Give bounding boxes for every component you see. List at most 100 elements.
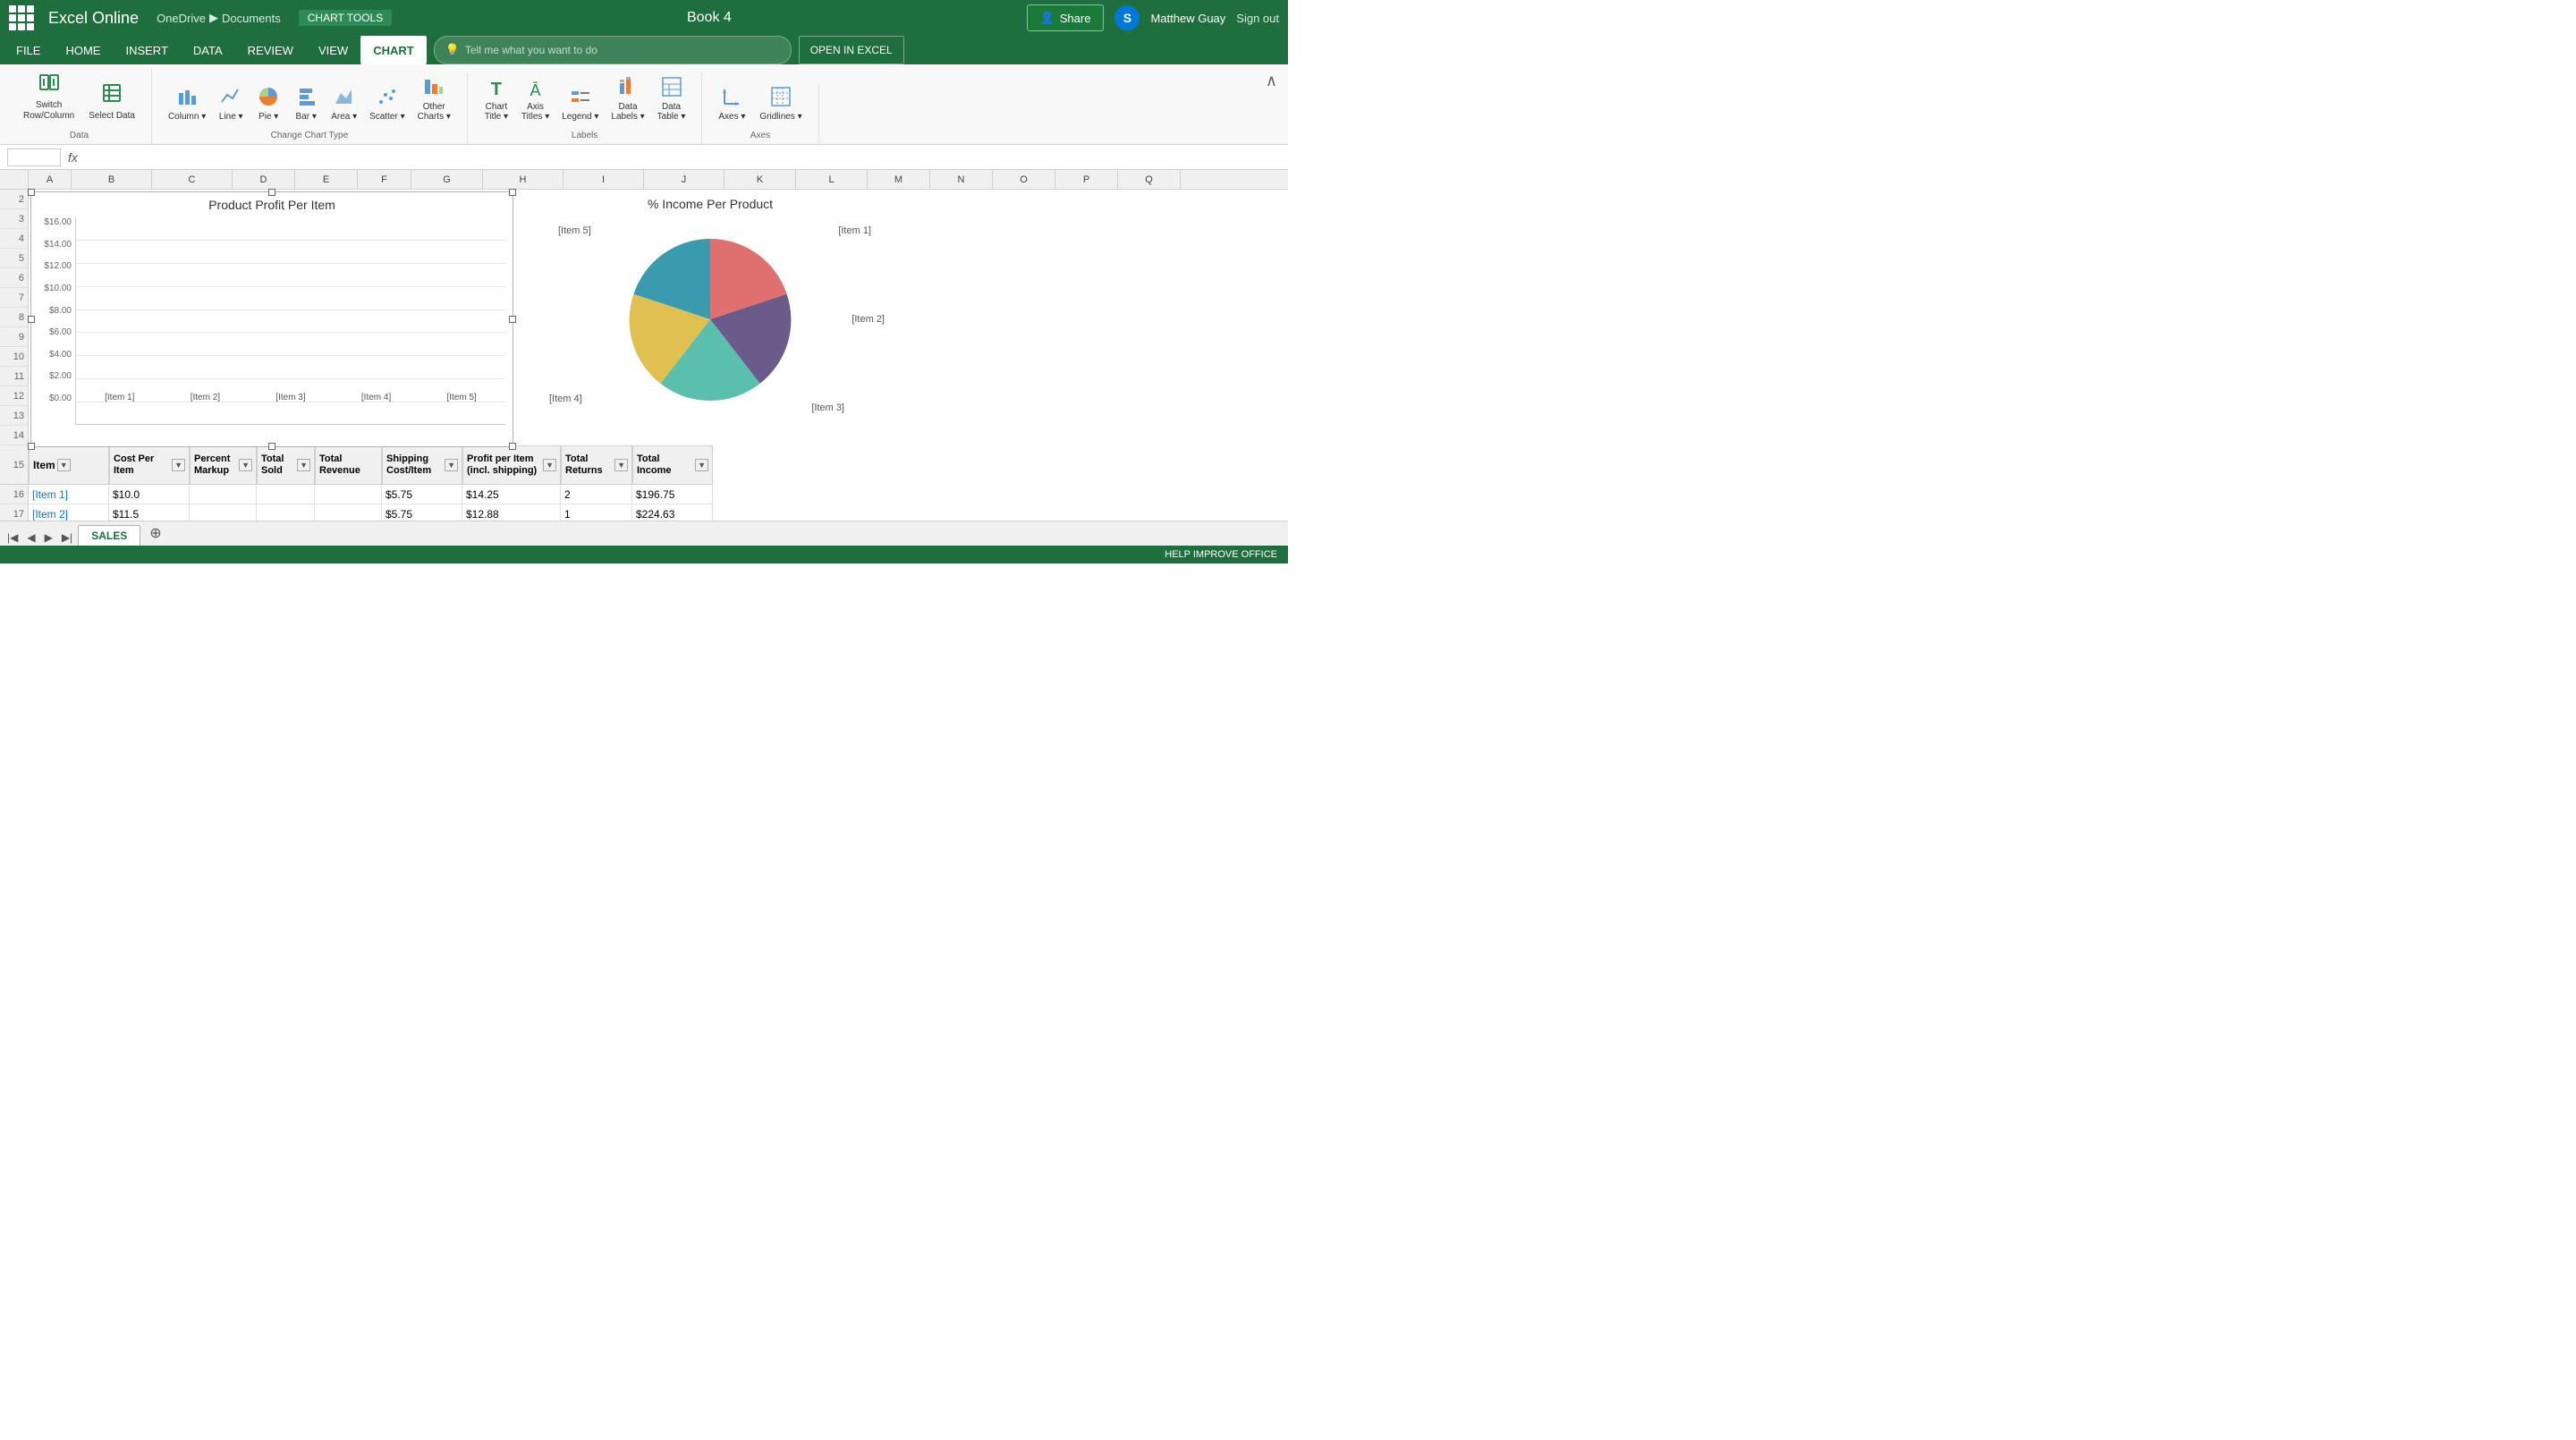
share-button[interactable]: 👤 Share <box>1027 4 1105 31</box>
next-sheet-arrow[interactable]: ▶ <box>41 529 56 546</box>
filter-shipping-button[interactable]: ▼ <box>445 459 458 471</box>
other-charts-button[interactable]: OtherCharts ▾ <box>412 72 456 125</box>
col-header-b[interactable]: B <box>72 170 152 189</box>
cell-shipping1[interactable]: $5.75 <box>382 485 462 504</box>
menu-data[interactable]: DATA <box>181 36 235 64</box>
col-header-p[interactable]: P <box>1055 170 1118 189</box>
resize-handle-tr[interactable] <box>509 189 516 196</box>
cell-income1[interactable]: $196.75 <box>632 485 713 504</box>
other-charts-icon <box>423 76 445 100</box>
area-chart-button[interactable]: Area ▾ <box>326 82 362 125</box>
column-chart-button[interactable]: Column ▾ <box>163 82 211 125</box>
select-data-button[interactable]: Select Data <box>83 79 140 125</box>
col-header-e[interactable]: E <box>295 170 358 189</box>
col-header-n[interactable]: N <box>930 170 993 189</box>
switch-row-col-button[interactable]: SwitchRow/Column <box>18 68 80 125</box>
axis-titles-icon: Ā <box>530 81 541 100</box>
menu-view[interactable]: VIEW <box>306 36 360 64</box>
add-sheet-button[interactable]: ⊕ <box>142 521 168 546</box>
resize-handle-mb[interactable] <box>268 443 275 450</box>
filter-sold-button[interactable]: ▼ <box>297 459 310 471</box>
col-header-q[interactable]: Q <box>1118 170 1181 189</box>
sheet-tabs-bar: |◀ ◀ ▶ ▶| SALES ⊕ <box>0 521 1288 546</box>
name-box[interactable] <box>7 148 61 166</box>
row-num-4: 4 <box>0 229 29 249</box>
menu-review[interactable]: REVIEW <box>235 36 306 64</box>
cell-markup1[interactable] <box>190 485 257 504</box>
col-header-c[interactable]: C <box>152 170 233 189</box>
line-chart-button[interactable]: Line ▾ <box>213 82 249 125</box>
waffle-menu-icon[interactable] <box>9 5 34 30</box>
chart-title-icon: T <box>491 80 502 100</box>
data-labels-icon <box>617 76 639 100</box>
menu-chart[interactable]: CHART <box>360 36 427 64</box>
status-bar: HELP IMPROVE OFFICE <box>0 546 1288 563</box>
lightbulb-icon: 💡 <box>445 43 460 57</box>
row-num-5: 5 <box>0 249 29 268</box>
filter-item-button[interactable]: ▼ <box>57 459 71 471</box>
col-header-k[interactable]: K <box>724 170 796 189</box>
menu-file[interactable]: FILE <box>4 36 53 64</box>
bar-item4: [Item 4] <box>340 389 413 402</box>
line-chart-icon <box>220 86 242 110</box>
help-improve-office-link[interactable]: HELP IMPROVE OFFICE <box>1165 549 1277 560</box>
chart-tools-badge: CHART TOOLS <box>299 10 392 26</box>
pie-label-item1: [Item 1] <box>838 225 871 236</box>
skype-icon[interactable]: S <box>1114 5 1140 30</box>
col-header-m[interactable]: M <box>868 170 930 189</box>
resize-handle-tl[interactable] <box>28 189 35 196</box>
col-header-d[interactable]: D <box>233 170 295 189</box>
pie-chart-button[interactable]: Pie ▾ <box>250 82 286 125</box>
bar-chart-button[interactable]: Bar ▾ <box>288 82 324 125</box>
cell-returns1[interactable]: 2 <box>561 485 632 504</box>
col-header-f[interactable]: F <box>358 170 411 189</box>
cell-profit1[interactable]: $14.25 <box>462 485 561 504</box>
legend-button[interactable]: Legend ▾ <box>556 82 604 125</box>
col-header-l[interactable]: L <box>796 170 868 189</box>
resize-handle-mt[interactable] <box>268 189 275 196</box>
data-labels-button[interactable]: DataLabels ▾ <box>606 72 649 125</box>
ribbon-collapse-button[interactable]: ∧ <box>1262 68 1281 94</box>
col-header-h[interactable]: H <box>483 170 564 189</box>
gridlines-button[interactable]: Gridlines ▾ <box>754 82 807 125</box>
tell-me-input[interactable] <box>465 44 780 56</box>
filter-profit-button[interactable]: ▼ <box>543 459 556 471</box>
prev-sheet-arrow[interactable]: ◀ <box>23 529 38 546</box>
data-table-button[interactable]: DataTable ▾ <box>652 72 691 125</box>
cell-revenue1[interactable] <box>315 485 382 504</box>
resize-handle-bl[interactable] <box>28 443 35 450</box>
menu-home[interactable]: HOME <box>53 36 113 64</box>
ribbon-group-axes: Axes ▾ Gridlines ▾ Axes <box>702 82 818 144</box>
first-sheet-arrow[interactable]: |◀ <box>4 529 21 546</box>
filter-cost-button[interactable]: ▼ <box>172 459 185 471</box>
filter-returns-button[interactable]: ▼ <box>614 459 628 471</box>
chart-title-button[interactable]: T ChartTitle ▾ <box>479 76 514 125</box>
tell-me-box[interactable]: 💡 <box>434 36 792 64</box>
col-header-a[interactable]: A <box>29 170 72 189</box>
sign-out-link[interactable]: Sign out <box>1236 12 1279 25</box>
col-header-o[interactable]: O <box>993 170 1055 189</box>
formula-input[interactable] <box>85 151 1281 164</box>
sheet-tab-sales[interactable]: SALES <box>78 525 140 546</box>
axis-titles-button[interactable]: Ā AxisTitles ▾ <box>516 78 555 125</box>
scatter-chart-button[interactable]: Scatter ▾ <box>364 82 410 125</box>
col-header-g[interactable]: G <box>411 170 483 189</box>
resize-handle-br[interactable] <box>509 443 516 450</box>
row-num-2: 2 <box>0 190 29 209</box>
th-total-returns: TotalReturns ▼ <box>561 445 632 485</box>
cell-cost1[interactable]: $10.0 <box>109 485 190 504</box>
column-headers: A B C D E F G H I J K L M N O P Q <box>0 170 1288 190</box>
col-header-j[interactable]: J <box>644 170 724 189</box>
gridlines-icon <box>770 86 792 110</box>
menu-insert[interactable]: INSERT <box>113 36 180 64</box>
filter-income-button[interactable]: ▼ <box>695 459 708 471</box>
axes-button[interactable]: Axes ▾ <box>713 82 750 125</box>
switch-row-col-icon <box>38 72 60 98</box>
last-sheet-arrow[interactable]: ▶| <box>58 529 76 546</box>
filter-markup-button[interactable]: ▼ <box>239 459 252 471</box>
row-num-12: 12 <box>0 386 29 406</box>
col-header-i[interactable]: I <box>564 170 644 189</box>
open-in-excel-button[interactable]: OPEN IN EXCEL <box>799 36 904 64</box>
cell-item1[interactable]: [Item 1] <box>29 485 109 504</box>
cell-sold1[interactable] <box>257 485 315 504</box>
